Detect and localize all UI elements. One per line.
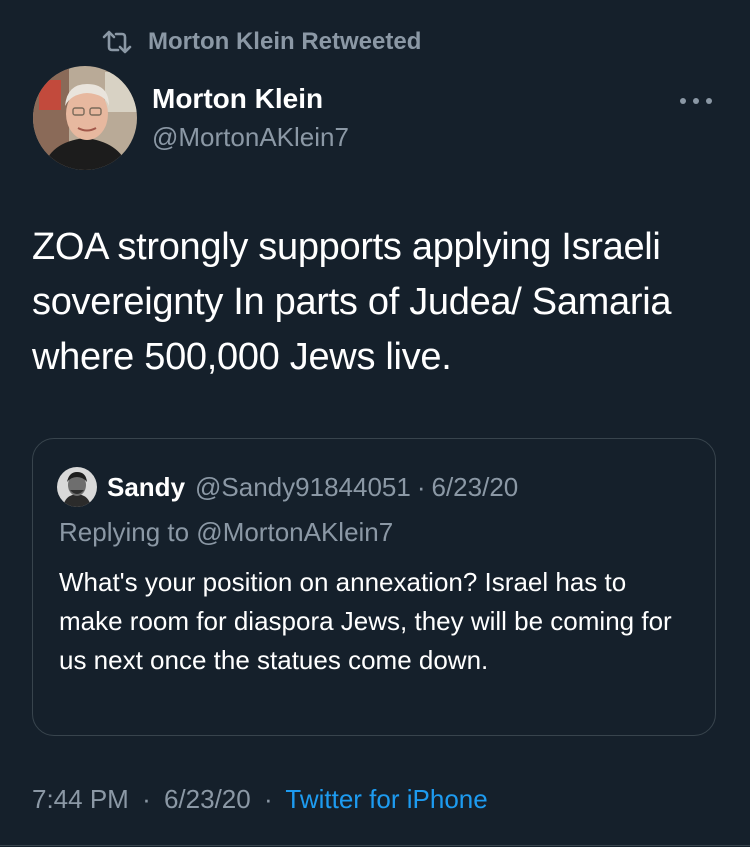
author-name[interactable]: Morton Klein — [152, 83, 323, 115]
quote-replying-to: Replying to @MortonAKlein7 — [59, 517, 394, 547]
retweet-icon — [102, 30, 132, 54]
tweet-time: 7:44 PM — [32, 784, 129, 814]
meta-separator: · — [263, 784, 273, 814]
quote-author-name: Sandy — [107, 471, 186, 502]
author-avatar[interactable] — [33, 66, 137, 170]
tweet-date: 6/23/20 — [163, 784, 251, 814]
quote-text: What's your position on annexation? Isra… — [59, 567, 672, 675]
quote-avatar — [57, 467, 97, 507]
quote-date: 6/23/20 — [431, 471, 519, 502]
quote-separator: · — [416, 471, 426, 502]
tweet-text: ZOA strongly supports applying Israeli s… — [32, 226, 672, 378]
tweet-meta: 7:44 PM · 6/23/20 · Twitter for iPhone — [32, 784, 488, 815]
retweet-label: Morton Klein Retweeted — [148, 28, 422, 55]
divider — [0, 845, 750, 846]
author-handle[interactable]: @MortonAKlein7 — [152, 122, 349, 153]
quote-header: Sandy @Sandy91844051 · 6/23/20 — [57, 467, 518, 507]
tweet-source-link[interactable]: Twitter for iPhone — [285, 784, 487, 814]
quoted-tweet[interactable]: Sandy @Sandy91844051 · 6/23/20 Replying … — [32, 438, 716, 736]
quote-author-handle: @Sandy91844051 — [195, 471, 411, 502]
meta-separator: · — [142, 784, 151, 814]
retweet-context[interactable]: Morton Klein Retweeted — [100, 25, 421, 59]
more-icon[interactable] — [676, 86, 716, 116]
